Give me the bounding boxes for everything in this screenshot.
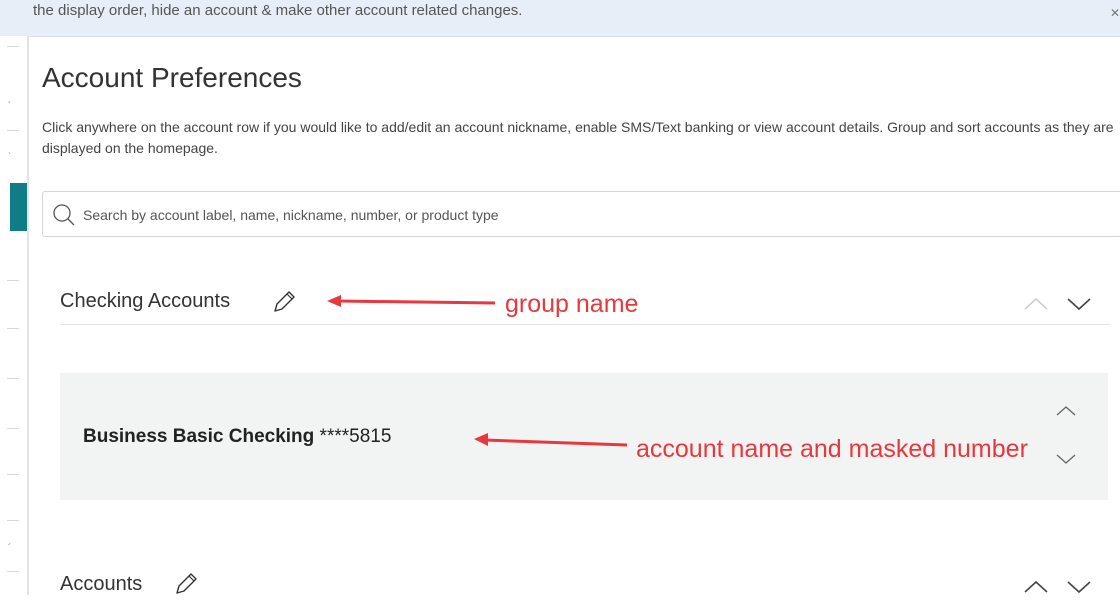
group-name: Checking Accounts (60, 290, 231, 312)
search-input[interactable] (81, 192, 1085, 238)
sidebar-glyph: ´ (8, 543, 12, 554)
chevron-up-icon[interactable] (1022, 294, 1050, 314)
sidebar-active-indicator[interactable] (10, 183, 27, 231)
close-icon[interactable]: ✕ (1110, 6, 1120, 20)
info-banner: the display order, hide an account & mak… (0, 0, 1120, 37)
sidebar-divider (7, 474, 19, 475)
pencil-icon[interactable] (271, 289, 297, 315)
search-box[interactable] (42, 191, 1120, 238)
chevron-down-icon[interactable] (1054, 451, 1078, 467)
annotation-account-name: account name and masked number (636, 435, 1028, 463)
page-description: Click anywhere on the account row if you… (42, 119, 1114, 156)
sidebar-divider (7, 520, 19, 521)
sidebar-divider (7, 378, 19, 379)
account-masked-number: ****5815 (319, 426, 392, 447)
pencil-icon[interactable] (173, 571, 199, 597)
chevron-up-icon[interactable] (1054, 403, 1078, 419)
sidebar-glyph: ´ (8, 101, 12, 112)
search-icon (53, 204, 75, 226)
sidebar-divider (7, 328, 19, 329)
sidebar-divider (7, 280, 19, 281)
sidebar-divider (7, 571, 19, 572)
chevron-up-icon[interactable] (1022, 577, 1050, 597)
chevron-down-icon[interactable] (1065, 577, 1093, 597)
chevron-down-icon[interactable] (1065, 294, 1093, 314)
annotation-arrow (327, 295, 496, 307)
sidebar-glyph: ` (8, 152, 12, 163)
sidebar-divider (7, 130, 19, 131)
left-sidebar: ´ ` ´ (0, 36, 29, 595)
sidebar-divider (7, 428, 19, 429)
account-label: Business Basic Checking ****5815 (83, 426, 391, 448)
annotation-arrow (474, 433, 628, 447)
group-name: Accounts (60, 573, 143, 595)
account-name: Business Basic Checking (83, 426, 315, 447)
page-title: Account Preferences (42, 62, 302, 93)
banner-text: the display order, hide an account & mak… (33, 2, 523, 19)
sidebar-divider (7, 46, 19, 47)
annotation-group-name: group name (505, 290, 639, 318)
group-header: Accounts (60, 565, 1110, 609)
